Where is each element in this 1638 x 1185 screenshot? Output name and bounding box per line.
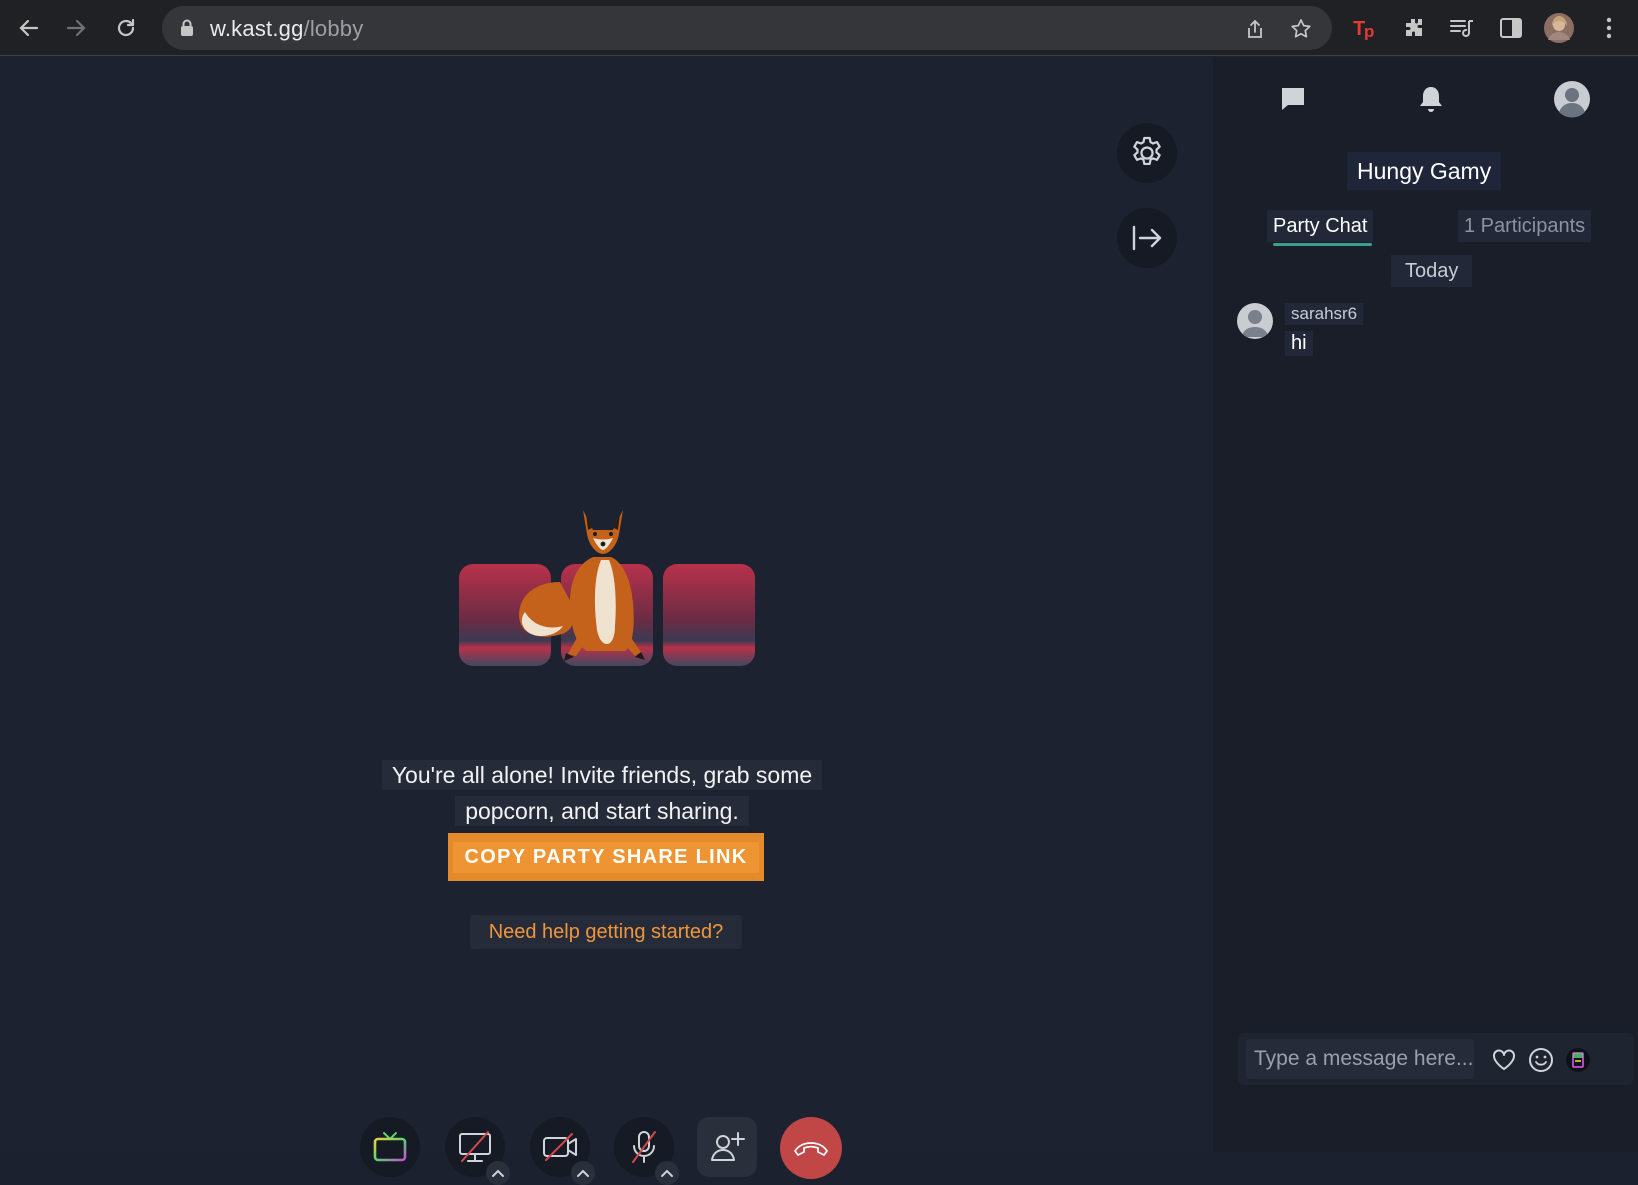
fox-theater-seats-illustration <box>459 510 755 666</box>
forward-button[interactable] <box>60 12 92 44</box>
message-text: hi <box>1285 331 1313 356</box>
reading-list-icon[interactable] <box>1446 12 1478 44</box>
teleparty-extension-icon[interactable]: Tp <box>1350 12 1382 44</box>
tab-party-chat[interactable]: Party Chat <box>1267 210 1374 242</box>
profile-button[interactable] <box>1552 79 1592 119</box>
address-bar[interactable]: w.kast.gg/lobby <box>162 6 1332 50</box>
active-tab-indicator <box>1273 243 1372 246</box>
party-sidebar: Hungy Gamy Party Chat 1 Participants Tod… <box>1213 57 1638 1152</box>
party-stage: You're all alone! Invite friends, grab s… <box>0 57 1213 1185</box>
leave-call-button[interactable] <box>780 1117 842 1179</box>
alone-message: You're all alone! Invite friends, grab s… <box>372 757 832 829</box>
chat-tab-button[interactable] <box>1273 79 1313 119</box>
message-composer <box>1238 1033 1634 1085</box>
reload-icon <box>117 18 135 37</box>
screen-share-options-caret[interactable] <box>486 1161 510 1185</box>
alone-message-line2: popcorn, and start sharing. <box>455 796 749 826</box>
chevron-up-icon <box>492 1169 504 1177</box>
emoji-button[interactable] <box>1527 1046 1555 1074</box>
chat-icon <box>1282 88 1304 110</box>
exit-panel-button[interactable] <box>1117 208 1177 268</box>
party-name: Hungy Gamy <box>1347 152 1502 190</box>
forward-arrow-icon <box>66 19 86 37</box>
back-arrow-icon <box>19 19 39 37</box>
copy-party-share-link-button[interactable]: COPY PARTY SHARE LINK <box>448 833 764 881</box>
exit-panel-icon <box>1132 225 1162 251</box>
emoji-icon <box>1529 1048 1553 1072</box>
side-panel-icon[interactable] <box>1495 12 1527 44</box>
browser-toolbar: w.kast.gg/lobby Tp <box>0 0 1638 56</box>
bookmark-star-icon[interactable] <box>1288 16 1314 42</box>
default-avatar-icon <box>1241 310 1269 337</box>
profile-avatar-icon[interactable] <box>1543 12 1575 44</box>
watch-tv-button[interactable] <box>360 1117 420 1177</box>
like-button[interactable] <box>1490 1046 1518 1074</box>
avatar <box>1237 303 1273 339</box>
add-user-icon <box>711 1132 745 1161</box>
attachment-button[interactable] <box>1564 1046 1592 1074</box>
browser-menu-icon[interactable] <box>1593 12 1625 44</box>
settings-gear-icon <box>1133 136 1161 166</box>
camera-options-caret[interactable] <box>571 1161 595 1185</box>
heart-icon <box>1493 1049 1515 1070</box>
url-host: w.kast.gg <box>210 16 304 41</box>
mic-off-icon <box>632 1131 656 1163</box>
hangup-icon <box>794 1142 828 1156</box>
tv-icon <box>373 1132 407 1162</box>
svg-text:p: p <box>1364 22 1374 40</box>
profile-icon <box>1554 81 1590 118</box>
back-button[interactable] <box>13 12 45 44</box>
alone-message-line1: You're all alone! Invite friends, grab s… <box>381 760 823 790</box>
reload-button[interactable] <box>110 12 142 44</box>
share-icon[interactable] <box>1242 16 1268 42</box>
url-path: /lobby <box>303 16 364 41</box>
chevron-up-icon <box>661 1169 673 1177</box>
toolbar-separator <box>1342 6 1343 50</box>
message-author: sarahsr6 <box>1285 303 1364 325</box>
settings-button[interactable] <box>1117 123 1177 183</box>
call-controls-toolbar <box>0 1117 1213 1185</box>
help-getting-started-link[interactable]: Need help getting started? <box>470 915 742 949</box>
url-text: w.kast.gg/lobby <box>210 16 363 42</box>
tab-participants[interactable]: 1 Participants <box>1458 210 1592 242</box>
notifications-button[interactable] <box>1411 79 1451 119</box>
message-input[interactable] <box>1246 1039 1474 1079</box>
lock-icon <box>180 19 194 42</box>
date-divider: Today <box>1391 255 1473 287</box>
attachment-icon <box>1566 1048 1590 1072</box>
bell-icon <box>1420 87 1442 112</box>
invite-friend-button[interactable] <box>697 1117 757 1177</box>
extensions-puzzle-icon[interactable] <box>1398 12 1430 44</box>
microphone-options-caret[interactable] <box>655 1161 679 1185</box>
chevron-up-icon <box>577 1169 589 1177</box>
copy-party-share-link-label: COPY PARTY SHARE LINK <box>452 841 760 873</box>
screen-share-off-icon <box>459 1131 491 1162</box>
camera-off-icon <box>543 1133 577 1161</box>
